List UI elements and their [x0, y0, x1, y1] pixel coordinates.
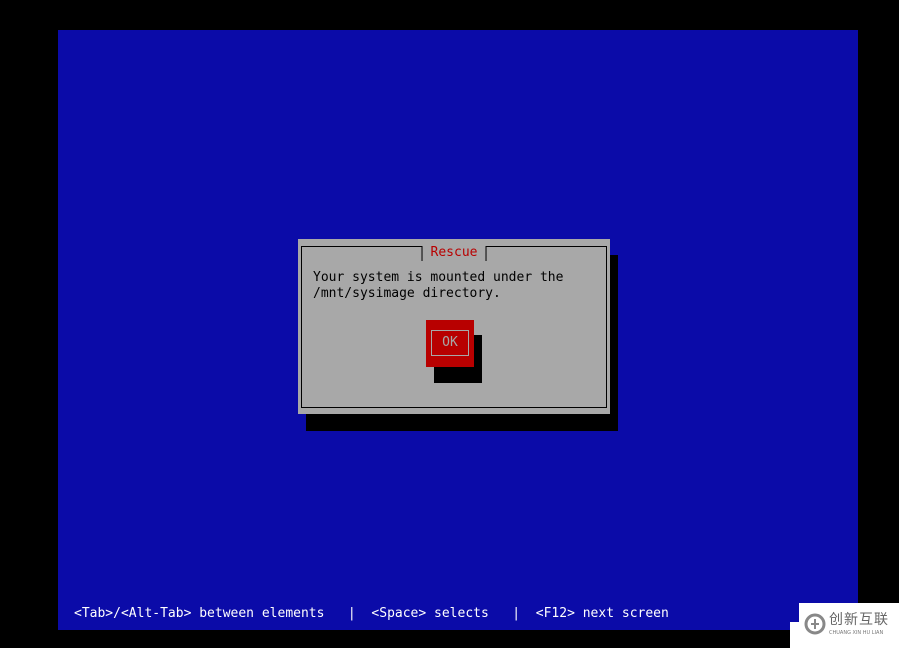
dialog-message: Your system is mounted under the /mnt/sy…	[313, 270, 564, 301]
ok-button-label: OK	[431, 330, 469, 356]
watermark-text: 创新互联	[829, 612, 889, 628]
dialog-title: Rescue	[421, 246, 487, 261]
watermark-subtext: CHUANG XIN HU LIAN	[829, 630, 884, 636]
rescue-screen: Rescue Your system is mounted under the …	[58, 30, 858, 630]
watermark: 创新互联 CHUANG XIN HU LIAN	[799, 603, 899, 648]
rescue-dialog: Rescue Your system is mounted under the …	[298, 239, 610, 414]
status-bar: <Tab>/<Alt-Tab> between elements | <Spac…	[74, 606, 669, 621]
chuangxin-logo-icon	[804, 613, 826, 639]
ok-button[interactable]: OK	[426, 320, 474, 367]
